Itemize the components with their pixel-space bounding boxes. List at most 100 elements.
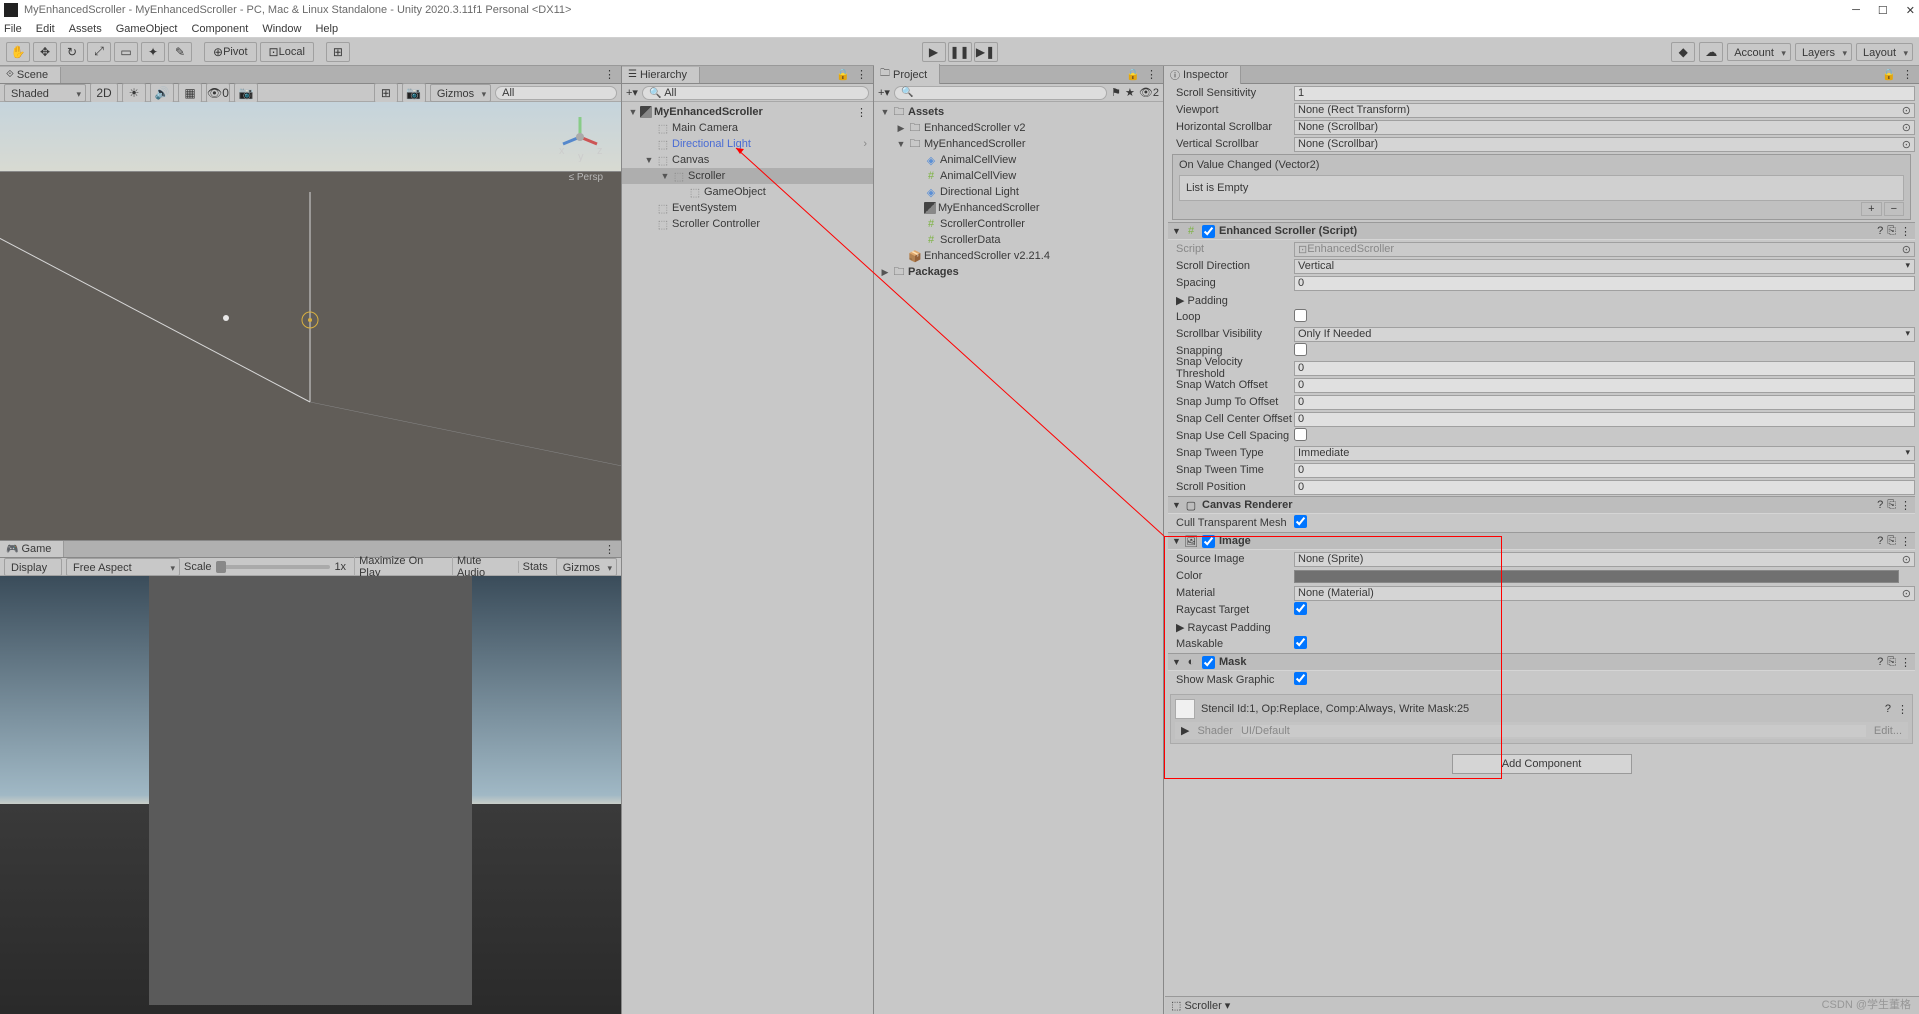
vscrollbar-field[interactable]: None (Scrollbar) xyxy=(1294,137,1915,152)
menu-icon[interactable]: ⋮ xyxy=(1900,499,1911,512)
menu-edit[interactable]: Edit xyxy=(36,23,55,35)
project-search[interactable]: 🔍 xyxy=(894,86,1107,100)
preset-icon[interactable]: ⎘ xyxy=(1887,535,1896,548)
scene-row[interactable]: ▼MyEnhancedScroller⋮ xyxy=(622,104,873,120)
snapjump-field[interactable] xyxy=(1294,395,1915,410)
display-dropdown[interactable]: Display 1 xyxy=(4,558,62,576)
panel-menu-icon[interactable]: ⋮ xyxy=(604,68,615,81)
account-dropdown[interactable]: Account xyxy=(1727,43,1791,61)
source-field[interactable]: None (Sprite) xyxy=(1294,552,1915,567)
scene-search[interactable]: All xyxy=(495,86,617,100)
color-field[interactable] xyxy=(1294,570,1899,583)
prefab-row[interactable]: ◈Directional Light xyxy=(874,184,1163,200)
panel-menu-icon[interactable]: ⋮ xyxy=(1902,68,1913,81)
image-header[interactable]: ▼🖼Image?⎘⋮ xyxy=(1168,532,1915,550)
gizmos-dropdown[interactable]: Gizmos xyxy=(430,84,491,102)
event-add-button[interactable]: + xyxy=(1861,202,1881,216)
menu-window[interactable]: Window xyxy=(262,23,301,35)
gameobject-row[interactable]: ⬚GameObject xyxy=(622,184,873,200)
favorite-icon[interactable]: ★ xyxy=(1125,86,1135,99)
snaptween-dropdown[interactable]: Immediate xyxy=(1294,446,1915,461)
menu-help[interactable]: Help xyxy=(315,23,338,35)
canvas-renderer-header[interactable]: ▼▢Canvas Renderer?⎘⋮ xyxy=(1168,496,1915,514)
scale-tool-button[interactable]: ⤢ xyxy=(87,42,111,62)
maximize-on-play[interactable]: Maximize On Play xyxy=(354,555,448,579)
collab-button[interactable]: ◆ xyxy=(1671,42,1695,62)
layout-dropdown[interactable]: Layout xyxy=(1856,43,1913,61)
scrolldir-dropdown[interactable]: Vertical xyxy=(1294,259,1915,274)
menu-component[interactable]: Component xyxy=(191,23,248,35)
scene-menu-icon[interactable]: ⋮ xyxy=(856,106,873,119)
add-component-button[interactable]: Add Component xyxy=(1452,754,1632,774)
scrollpos-field[interactable] xyxy=(1294,480,1915,495)
snapspacing-checkbox[interactable] xyxy=(1294,428,1307,441)
menu-assets[interactable]: Assets xyxy=(69,23,102,35)
filter-icon[interactable]: ⚑ xyxy=(1111,86,1121,99)
local-toggle[interactable]: ⊡Local xyxy=(260,42,314,62)
game-tab[interactable]: 🎮Game xyxy=(0,541,64,557)
menu-file[interactable]: File xyxy=(4,23,22,35)
script-row[interactable]: #ScrollerController xyxy=(874,216,1163,232)
preset-icon[interactable]: ⎘ xyxy=(1887,499,1896,512)
pivot-toggle[interactable]: ⊕Pivot xyxy=(204,42,257,62)
raycast-checkbox[interactable] xyxy=(1294,602,1307,615)
enhanced-scroller-header[interactable]: ▼#Enhanced Scroller (Script)?⎘⋮ xyxy=(1168,222,1915,240)
mute-audio[interactable]: Mute Audio xyxy=(452,555,514,579)
expand-icon[interactable]: ▶ xyxy=(1181,724,1189,737)
layers-dropdown[interactable]: Layers xyxy=(1795,43,1852,61)
panel-menu-icon[interactable]: ⋮ xyxy=(856,68,867,81)
enhanced-scroller-enable[interactable] xyxy=(1202,225,1215,238)
viewport-field[interactable]: None (Rect Transform) xyxy=(1294,103,1915,118)
tools-toggle[interactable]: 📷 xyxy=(402,83,426,103)
project-lock-icon[interactable]: 🔒 xyxy=(1126,68,1140,81)
close-button[interactable]: ✕ xyxy=(1906,4,1915,17)
panel-menu-icon[interactable]: ⋮ xyxy=(1146,68,1157,81)
audio-toggle[interactable]: 🔊 xyxy=(150,83,174,103)
menu-icon[interactable]: ⋮ xyxy=(1900,225,1911,238)
create-button[interactable]: +▾ xyxy=(878,86,890,99)
breadcrumb-item[interactable]: ⬚ Scroller ▾ xyxy=(1171,999,1230,1012)
mask-header[interactable]: ▼◐Mask?⎘⋮ xyxy=(1168,653,1915,671)
hscrollbar-field[interactable]: None (Scrollbar) xyxy=(1294,120,1915,135)
inspector-lock-icon[interactable]: 🔒 xyxy=(1882,68,1896,81)
hand-tool-button[interactable]: ✋ xyxy=(6,42,30,62)
menu-icon[interactable]: ⋮ xyxy=(1900,535,1911,548)
rotate-tool-button[interactable]: ↻ xyxy=(60,42,84,62)
prefab-row[interactable]: ◈AnimalCellView xyxy=(874,152,1163,168)
snapwatch-field[interactable] xyxy=(1294,378,1915,393)
main-camera-row[interactable]: ⬚Main Camera xyxy=(622,120,873,136)
hidden-toggle[interactable]: 👁0 xyxy=(206,83,230,103)
inspector-tab[interactable]: ⓘInspector xyxy=(1164,66,1241,84)
scene-asset-row[interactable]: MyEnhancedScroller xyxy=(874,200,1163,216)
snapping-checkbox[interactable] xyxy=(1294,343,1307,356)
shader-dropdown[interactable]: UI/Default xyxy=(1241,725,1866,737)
shading-dropdown[interactable]: Shaded xyxy=(4,84,86,102)
play-button[interactable]: ▶ xyxy=(922,42,946,62)
event-remove-button[interactable]: − xyxy=(1884,202,1904,216)
folder-row[interactable]: ▼🗀MyEnhancedScroller xyxy=(874,136,1163,152)
snapcell-field[interactable] xyxy=(1294,412,1915,427)
game-view[interactable] xyxy=(0,576,621,1014)
canvas-row[interactable]: ▼⬚Canvas xyxy=(622,152,873,168)
material-field[interactable]: None (Material) xyxy=(1294,586,1915,601)
custom-tool-button[interactable]: ✎ xyxy=(168,42,192,62)
hierarchy-search[interactable]: 🔍 All xyxy=(642,86,869,100)
help-icon[interactable]: ? xyxy=(1877,535,1883,548)
minimize-button[interactable]: ─ xyxy=(1852,4,1860,17)
scroll-sensitivity-field[interactable] xyxy=(1294,86,1915,101)
cull-checkbox[interactable] xyxy=(1294,515,1307,528)
image-enable[interactable] xyxy=(1202,535,1215,548)
script-row[interactable]: #ScrollerData xyxy=(874,232,1163,248)
hierarchy-lock-icon[interactable]: 🔒 xyxy=(836,68,850,81)
directional-light-row[interactable]: ⬚Directional Light› xyxy=(622,136,873,152)
game-gizmos-dropdown[interactable]: Gizmos xyxy=(556,558,617,576)
hierarchy-tab[interactable]: ☰Hierarchy xyxy=(622,67,700,83)
showmask-checkbox[interactable] xyxy=(1294,672,1307,685)
preset-icon[interactable]: ⎘ xyxy=(1887,656,1896,669)
menu-icon[interactable]: ⋮ xyxy=(1897,703,1908,716)
rect-tool-button[interactable]: ▭ xyxy=(114,42,138,62)
shader-edit-button[interactable]: Edit... xyxy=(1874,725,1902,737)
orientation-gizmo[interactable]: x y z xyxy=(555,112,605,162)
snapvel-field[interactable] xyxy=(1294,361,1915,376)
help-icon[interactable]: ? xyxy=(1877,499,1883,512)
